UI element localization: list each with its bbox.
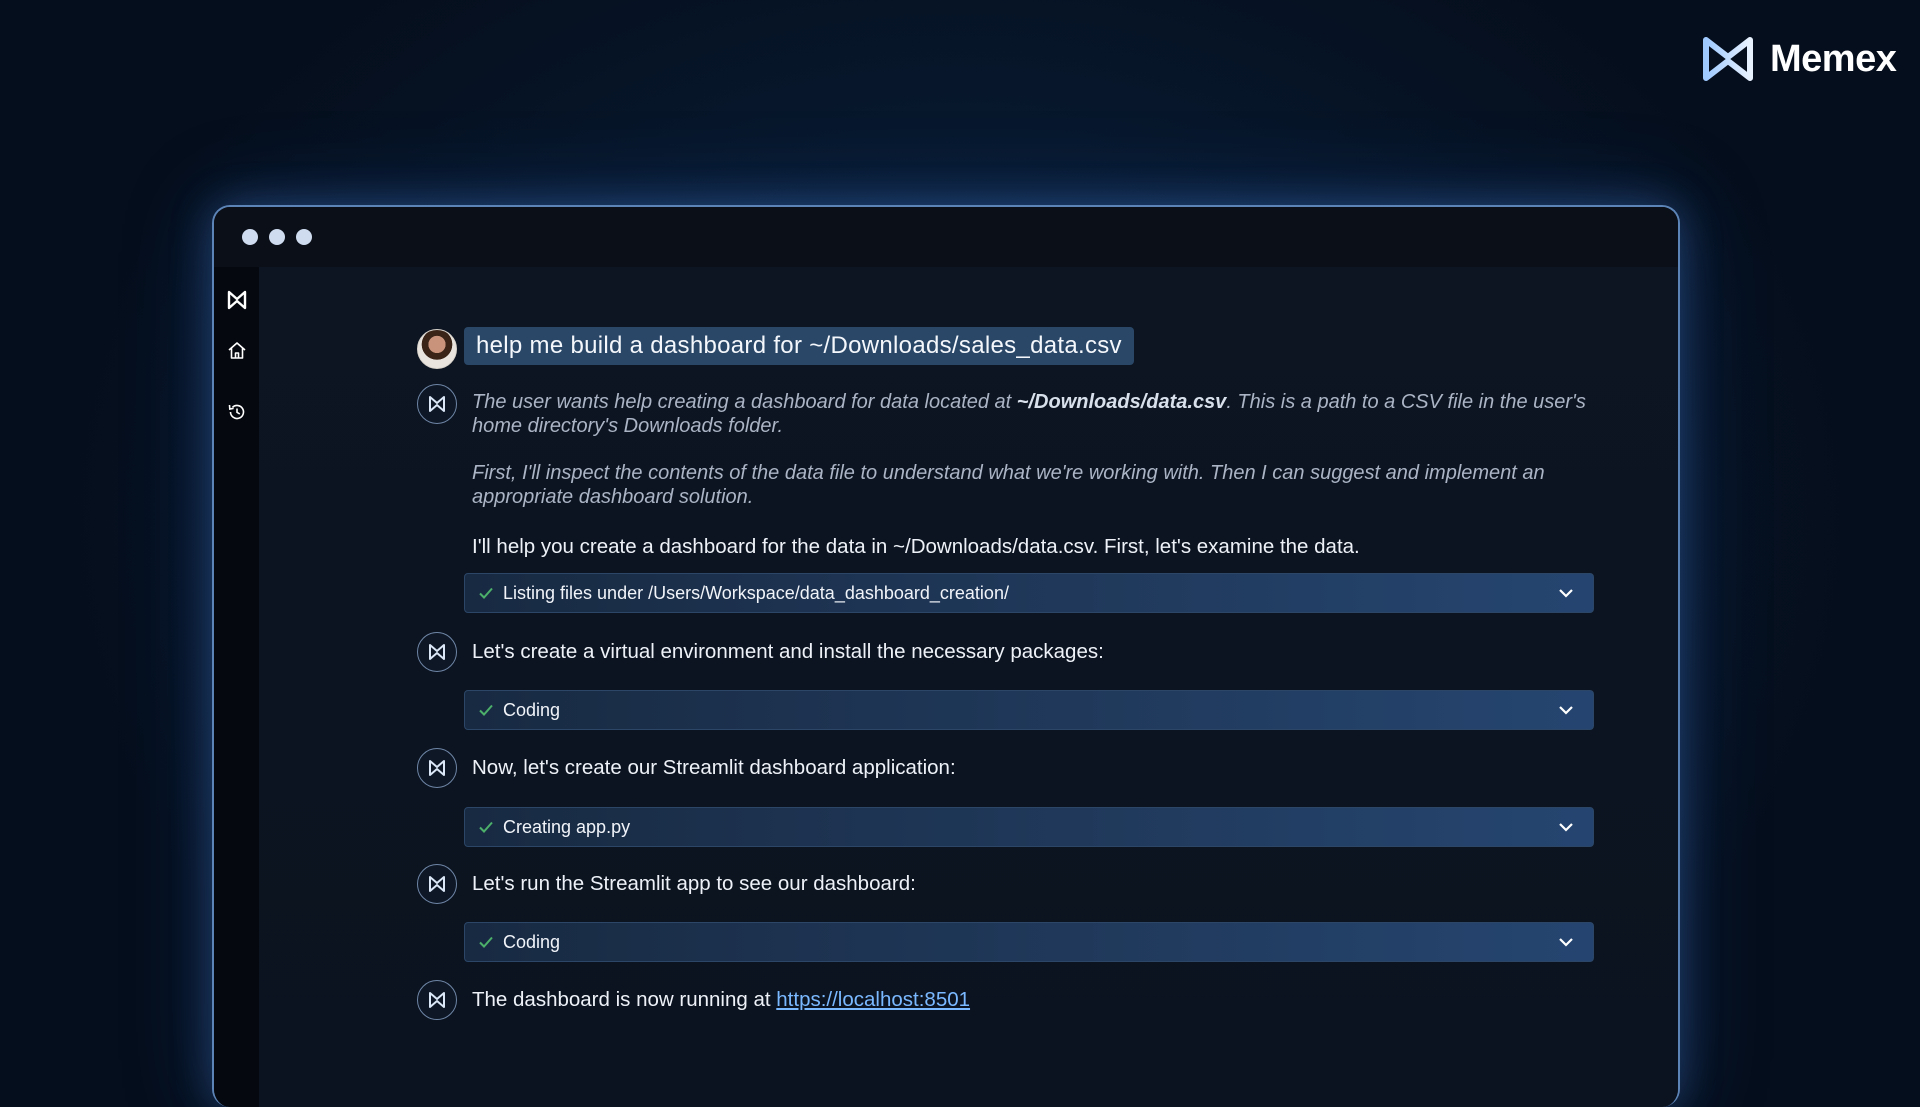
history-icon[interactable] xyxy=(226,401,248,423)
assistant-avatar xyxy=(417,632,457,672)
thinking-paragraph-2: First, I'll inspect the contents of the … xyxy=(472,462,1545,508)
window-minimize-dot[interactable] xyxy=(269,229,285,245)
assistant-avatar xyxy=(417,980,457,1020)
memex-logo-icon xyxy=(429,644,445,660)
chat-panel: help me build a dashboard for ~/Download… xyxy=(259,267,1678,1107)
app-window: help me build a dashboard for ~/Download… xyxy=(212,205,1680,1107)
window-controls xyxy=(242,229,312,245)
window-maximize-dot[interactable] xyxy=(296,229,312,245)
assistant-message: The dashboard is now running at https://… xyxy=(472,988,971,1011)
tool-call-label: Coding xyxy=(503,931,561,952)
check-icon xyxy=(477,584,495,602)
assistant-avatar xyxy=(417,384,457,424)
thinking-path: ~/Downloads/data.csv xyxy=(1016,391,1227,413)
title-bar xyxy=(214,207,1678,267)
window-close-dot[interactable] xyxy=(242,229,258,245)
assistant-message: Let's run the Streamlit app to see our d… xyxy=(472,872,916,895)
sidebar xyxy=(214,267,259,1107)
chevron-down-icon[interactable] xyxy=(1557,818,1575,836)
tool-call-label: Listing files under /Users/Workspace/dat… xyxy=(503,582,1009,603)
chevron-down-icon[interactable] xyxy=(1557,933,1575,951)
check-icon xyxy=(477,818,495,836)
assistant-avatar xyxy=(417,748,457,788)
localhost-link[interactable]: https://localhost:8501 xyxy=(776,988,970,1011)
tool-call-coding[interactable]: Coding xyxy=(464,922,1594,962)
tool-call-label: Creating app.py xyxy=(503,816,631,837)
user-message: help me build a dashboard for ~/Download… xyxy=(464,327,1134,365)
assistant-avatar xyxy=(417,864,457,904)
assistant-message: Now, let's create our Streamlit dashboar… xyxy=(472,756,956,779)
memex-logo-icon xyxy=(1703,37,1753,81)
memex-logo-icon xyxy=(429,760,445,776)
chevron-down-icon[interactable] xyxy=(1557,584,1575,602)
tool-call-creating-app[interactable]: Creating app.py xyxy=(464,807,1594,847)
user-avatar xyxy=(417,329,457,369)
tool-call-coding[interactable]: Coding xyxy=(464,690,1594,730)
home-icon[interactable] xyxy=(226,339,248,361)
check-icon xyxy=(477,701,495,719)
memex-logo-icon xyxy=(429,876,445,892)
check-icon xyxy=(477,933,495,951)
assistant-reply: I'll help you create a dashboard for the… xyxy=(472,535,1360,558)
memex-logo-icon xyxy=(429,396,445,412)
memex-logo-icon[interactable] xyxy=(226,289,248,311)
brand-logo: Memex xyxy=(1700,34,1897,84)
brand-name: Memex xyxy=(1770,37,1897,80)
memex-logo-icon xyxy=(429,992,445,1008)
thinking-paragraph-1: The user wants help creating a dashboard… xyxy=(472,391,1586,437)
assistant-message: Let's create a virtual environment and i… xyxy=(472,640,1104,663)
tool-call-label: Coding xyxy=(503,699,561,720)
tool-call-list-files[interactable]: Listing files under /Users/Workspace/dat… xyxy=(464,573,1594,613)
chevron-down-icon[interactable] xyxy=(1557,701,1575,719)
